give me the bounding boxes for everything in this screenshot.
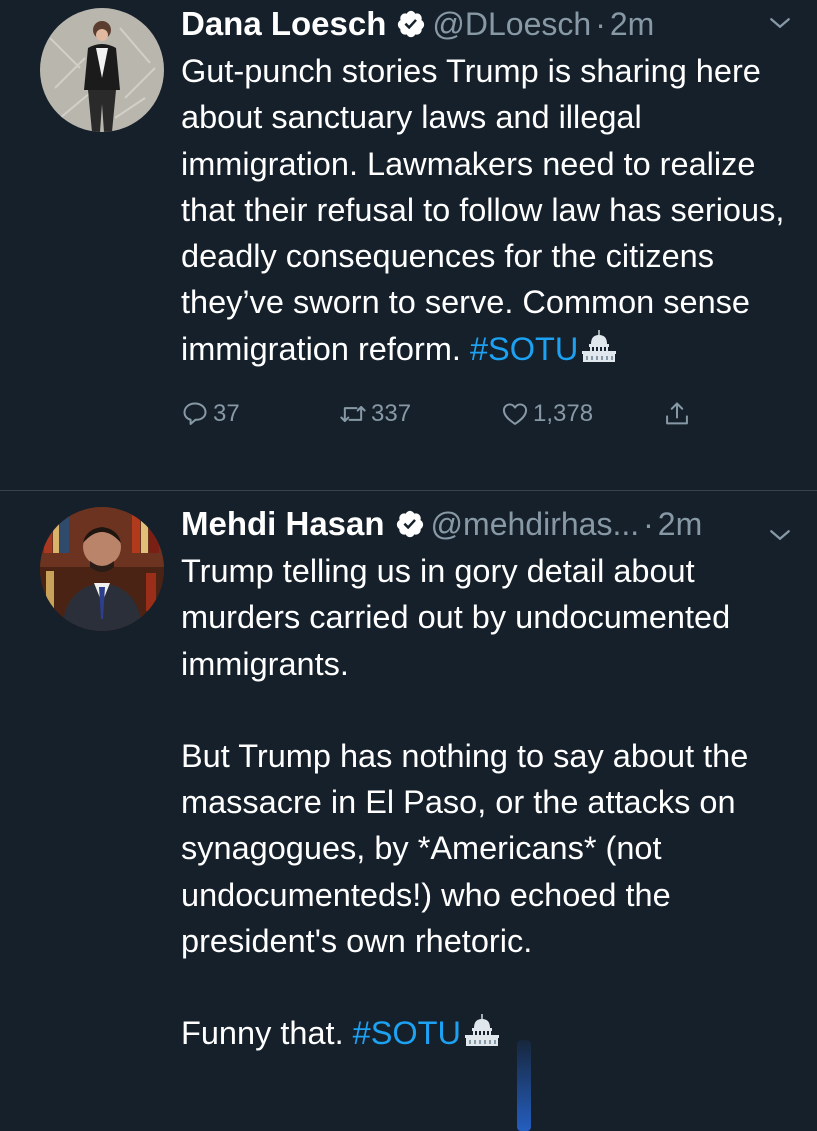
separator-dot: ·: [643, 505, 654, 542]
author-handle[interactable]: @DLoesch: [432, 6, 591, 43]
glitter-streak: [517, 1040, 531, 1131]
author-name[interactable]: Mehdi Hasan: [181, 505, 385, 543]
author-handle[interactable]: @mehdirhas...: [431, 506, 640, 543]
tweet-paragraph: Funny that. #SOTU: [181, 1010, 791, 1056]
retweet-icon: [340, 406, 366, 423]
capitol-emoji-icon: [464, 1014, 499, 1047]
capitol-emoji-icon: [582, 329, 617, 362]
tweet-paragraph: Trump telling us in gory detail about mu…: [181, 553, 731, 682]
avatar-dana-loesch[interactable]: [40, 8, 164, 132]
author-name[interactable]: Dana Loesch: [181, 5, 386, 43]
share-button[interactable]: [663, 400, 695, 428]
tweet-text: Gut-punch stories Trump is sharing here …: [181, 48, 791, 372]
heart-icon: [502, 403, 528, 425]
like-count: 1,378: [533, 400, 594, 428]
tweet-timestamp[interactable]: 2m: [610, 6, 654, 43]
avatar-mehdi-hasan[interactable]: [40, 507, 164, 631]
tweet-paragraph: But Trump has nothing to say about the m…: [181, 737, 749, 960]
tweet-header: Mehdi Hasan @mehdirhas... · 2m: [181, 491, 797, 548]
tweet-paragraph: Gut-punch stories Trump is sharing here …: [181, 53, 785, 367]
chevron-down-icon[interactable]: [765, 8, 795, 38]
separator-dot: ·: [595, 5, 606, 42]
share-icon: [666, 402, 688, 425]
tweet-header: Dana Loesch @DLoesch · 2m: [181, 0, 797, 48]
reply-count: 37: [213, 400, 240, 428]
tweet-actions: 37 337 1,378: [181, 394, 797, 434]
tweet-dana-loesch[interactable]: Dana Loesch @DLoesch · 2m Gut-punch stor…: [0, 0, 817, 491]
like-button[interactable]: 1,378: [501, 400, 663, 428]
tweet-timestamp[interactable]: 2m: [658, 506, 702, 543]
retweet-count: 337: [371, 400, 412, 428]
hashtag-link[interactable]: #SOTU: [470, 331, 578, 367]
chevron-down-icon[interactable]: [765, 520, 795, 550]
reply-button[interactable]: 37: [181, 400, 339, 428]
reply-icon: [183, 402, 207, 426]
retweet-button[interactable]: 337: [339, 400, 501, 428]
tweet-text: Trump telling us in gory detail about mu…: [181, 548, 791, 1057]
tweet-mehdi-hasan[interactable]: Mehdi Hasan @mehdirhas... · 2m Trump tel…: [0, 491, 817, 1131]
verified-badge-icon: [398, 10, 425, 38]
verified-badge-icon: [396, 510, 423, 538]
hashtag-link[interactable]: #SOTU: [353, 1015, 461, 1051]
